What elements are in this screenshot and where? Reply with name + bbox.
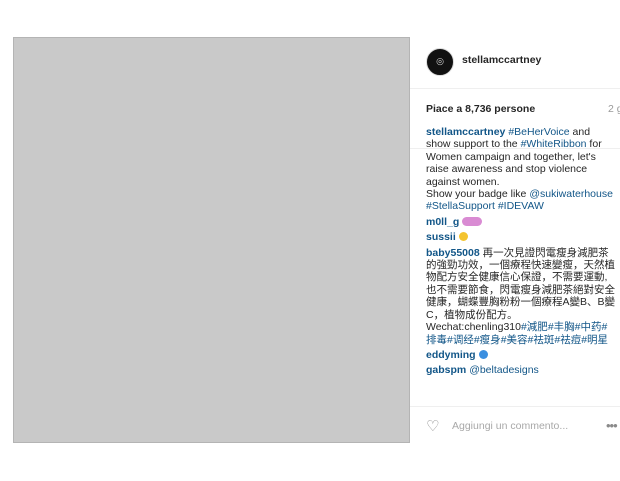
hashtag-link[interactable]: #美容: [501, 334, 528, 346]
comment-username[interactable]: gabspm: [426, 364, 466, 376]
comment-item: gabspm @beltadesigns: [426, 364, 616, 376]
caption-text: Show your badge like: [426, 188, 530, 201]
smile-emoji-icon: [458, 232, 468, 242]
heart-outline-icon[interactable]: ♡: [426, 419, 439, 434]
hashtag-link[interactable]: #丰胸: [548, 321, 575, 333]
hashtag-link[interactable]: #IDEVAW: [498, 200, 544, 212]
comment-item: eddyming: [426, 349, 616, 361]
hearts-emoji-icon: [462, 216, 483, 226]
comment-footer: ♡ •••: [410, 406, 620, 443]
more-options-icon[interactable]: •••: [606, 418, 618, 433]
hashtag-link[interactable]: #中药: [575, 321, 602, 333]
likes-count[interactable]: Piace a 8,736 persone: [426, 103, 535, 115]
avatar-logo-icon: ◎: [436, 56, 444, 67]
owner-username[interactable]: stellamccartney: [462, 54, 541, 66]
comments-list: stellamccartney #BeHerVoice and show sup…: [426, 126, 616, 380]
hashtag-link[interactable]: #WhiteRibbon: [521, 138, 587, 150]
mention-link[interactable]: @beltadesigns: [469, 364, 539, 376]
comment-input[interactable]: [452, 420, 592, 432]
comment-item: baby55008 再一次見證閃電瘦身減肥茶的強勁功效，一個療程快速變瘦，天然植…: [426, 247, 616, 346]
caption: stellamccartney #BeHerVoice and show sup…: [426, 126, 616, 213]
hashtag-link[interactable]: #BeHerVoice: [508, 126, 569, 138]
hashtag-link[interactable]: #明星: [581, 334, 608, 346]
hashtag-link[interactable]: #祛斑: [528, 334, 555, 346]
hashtag-link[interactable]: #调经: [447, 334, 474, 346]
comment-item: m0ll_g: [426, 216, 616, 228]
avatar[interactable]: ◎: [426, 48, 454, 76]
post-photo[interactable]: [13, 37, 410, 443]
post-header: ◎ stellamccartney: [410, 37, 620, 89]
blue-heart-emoji-icon: [478, 349, 488, 359]
caption-username[interactable]: stellamccartney: [426, 126, 505, 138]
post-age[interactable]: 2 g: [608, 103, 620, 115]
hashtag-link[interactable]: #瘦身: [474, 334, 501, 346]
comment-username[interactable]: baby55008: [426, 247, 480, 259]
hashtag-link[interactable]: #祛痘: [554, 334, 581, 346]
mention-link[interactable]: @sukiwaterhouse: [529, 188, 613, 200]
post-sidebar: ◎ stellamccartney Piace a 8,736 persone …: [410, 37, 620, 443]
comment-username[interactable]: eddyming: [426, 349, 476, 361]
hashtag-link[interactable]: #StellaSupport: [426, 200, 495, 212]
hashtag-link[interactable]: #減肥: [521, 321, 548, 333]
comment-username[interactable]: sussii: [426, 231, 456, 243]
comment-username[interactable]: m0ll_g: [426, 216, 459, 228]
comment-item: sussii: [426, 231, 616, 243]
